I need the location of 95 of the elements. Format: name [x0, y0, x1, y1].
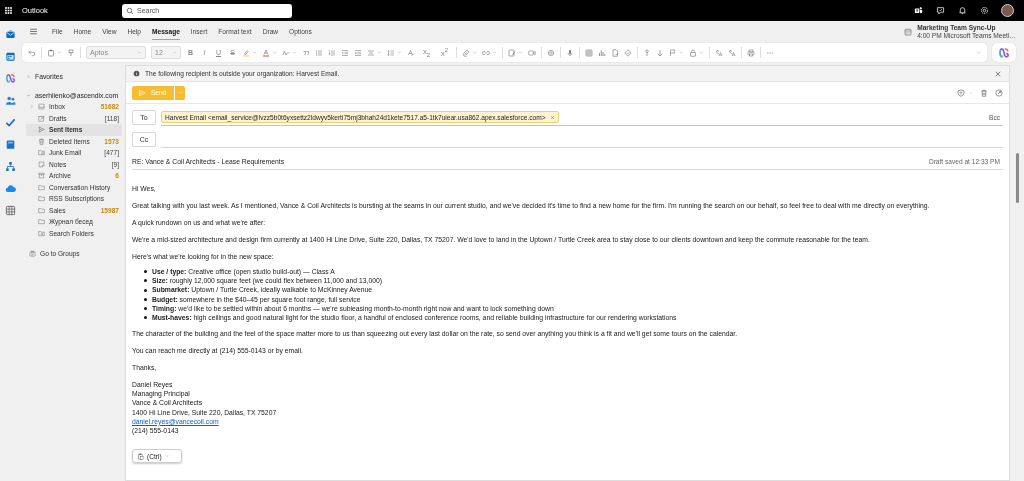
- link-icon[interactable]: [482, 48, 490, 57]
- chevron-icon[interactable]: [518, 50, 523, 55]
- calendar-icon[interactable]: [4, 51, 16, 62]
- bullets-icon[interactable]: [315, 48, 323, 57]
- chevron-icon: [137, 50, 142, 55]
- align-icon[interactable]: [367, 48, 375, 57]
- chevron-icon[interactable]: [57, 50, 62, 55]
- chevron-icon[interactable]: [292, 50, 297, 55]
- note-icon: [38, 160, 45, 168]
- send-options-button[interactable]: [174, 85, 186, 100]
- calendar-icon: [904, 28, 913, 36]
- notifications-icon[interactable]: [958, 6, 967, 15]
- clear-format-icon[interactable]: [407, 48, 415, 57]
- highlighter-icon[interactable]: [242, 48, 250, 57]
- cloud-icon[interactable]: [4, 183, 16, 194]
- scrollbar-thumb[interactable]: [1015, 153, 1019, 203]
- pin-icon[interactable]: [643, 48, 651, 57]
- chevron-icon[interactable]: [699, 50, 704, 55]
- app-launcher-icon[interactable]: [4, 6, 13, 15]
- chevron-icon: [164, 454, 169, 459]
- table-icon[interactable]: [585, 48, 593, 57]
- apps-grid-icon[interactable]: [4, 205, 16, 216]
- format-painter-icon[interactable]: [67, 48, 75, 57]
- chevron-icon[interactable]: [472, 50, 477, 55]
- chevron-icon[interactable]: [976, 50, 981, 55]
- font-color-icon[interactable]: [262, 48, 270, 57]
- undo-icon[interactable]: [28, 48, 36, 57]
- print-icon[interactable]: [747, 48, 755, 57]
- people-icon[interactable]: [4, 95, 16, 106]
- mail-icon[interactable]: [4, 29, 16, 40]
- chevron-icon[interactable]: [26, 74, 31, 79]
- outdent-icon[interactable]: [341, 48, 349, 57]
- bullet-icon: [144, 279, 147, 283]
- close-icon[interactable]: [994, 69, 1002, 78]
- settings-icon[interactable]: [980, 6, 989, 15]
- numbering-icon[interactable]: [328, 48, 336, 57]
- clipboard-icon: [137, 452, 144, 460]
- diamond-icon[interactable]: [624, 48, 632, 57]
- translate-icon[interactable]: [728, 48, 736, 57]
- teams-icon[interactable]: [914, 6, 923, 15]
- menu-icon[interactable]: [29, 27, 38, 36]
- styles-icon[interactable]: [282, 48, 290, 57]
- bullet-icon: [144, 288, 147, 292]
- lock-icon[interactable]: [689, 48, 697, 57]
- shield-icon[interactable]: [957, 88, 965, 97]
- folder-icon: [38, 229, 45, 237]
- paperclip-icon[interactable]: [462, 48, 470, 57]
- bullet-icon: [144, 306, 147, 310]
- info-icon: [133, 70, 140, 77]
- video-icon[interactable]: [528, 48, 536, 57]
- arrow-down-icon[interactable]: [656, 48, 664, 57]
- signature-icon[interactable]: [508, 48, 516, 57]
- chevron-icon[interactable]: [492, 50, 497, 55]
- inbox-icon: [38, 103, 45, 111]
- translate-icon[interactable]: [715, 48, 723, 57]
- copilot-icon[interactable]: [4, 73, 16, 84]
- chevron-icon[interactable]: [26, 93, 31, 98]
- search-icon: [126, 6, 134, 15]
- bullet-icon: [144, 316, 147, 320]
- delete-icon[interactable]: [980, 88, 988, 97]
- chevron-icon[interactable]: [272, 50, 277, 55]
- remove-icon[interactable]: [549, 114, 555, 120]
- bullet-icon: [144, 270, 147, 274]
- send-icon: [138, 88, 146, 97]
- indent-icon[interactable]: [354, 48, 362, 57]
- folder-icon: [38, 149, 45, 157]
- checkmark-icon[interactable]: [4, 117, 16, 128]
- groups-icon: [29, 250, 36, 258]
- paste-icon[interactable]: [47, 48, 55, 57]
- quote-icon[interactable]: [302, 48, 310, 57]
- org-chart-icon[interactable]: [4, 161, 16, 172]
- send-icon: [38, 126, 45, 134]
- flag-icon[interactable]: [669, 48, 677, 57]
- line-spacing-icon[interactable]: [387, 48, 395, 57]
- trash-icon: [38, 137, 45, 145]
- feedback-icon[interactable]: [936, 6, 945, 15]
- avatar[interactable]: [1001, 4, 1014, 17]
- chevron-icon[interactable]: [679, 50, 684, 55]
- chevron-icon: [172, 50, 177, 55]
- chevron-icon[interactable]: [29, 104, 34, 110]
- microphone-icon[interactable]: [566, 48, 574, 57]
- chevron-icon[interactable]: [397, 50, 402, 55]
- archive-icon: [38, 172, 45, 180]
- chevron-icon[interactable]: [252, 50, 257, 55]
- chevron-icon[interactable]: [377, 50, 382, 55]
- chart-icon[interactable]: [598, 48, 606, 57]
- bullet-icon: [144, 297, 147, 301]
- book-icon[interactable]: [4, 139, 16, 150]
- document-icon[interactable]: [611, 48, 619, 57]
- copilot-icon: [998, 46, 1010, 59]
- loop-icon[interactable]: [547, 48, 555, 57]
- copilot-button[interactable]: [992, 43, 1016, 62]
- drafts-icon: [38, 114, 45, 122]
- chevron-icon: [177, 90, 183, 95]
- pop-out-icon[interactable]: [995, 88, 1003, 97]
